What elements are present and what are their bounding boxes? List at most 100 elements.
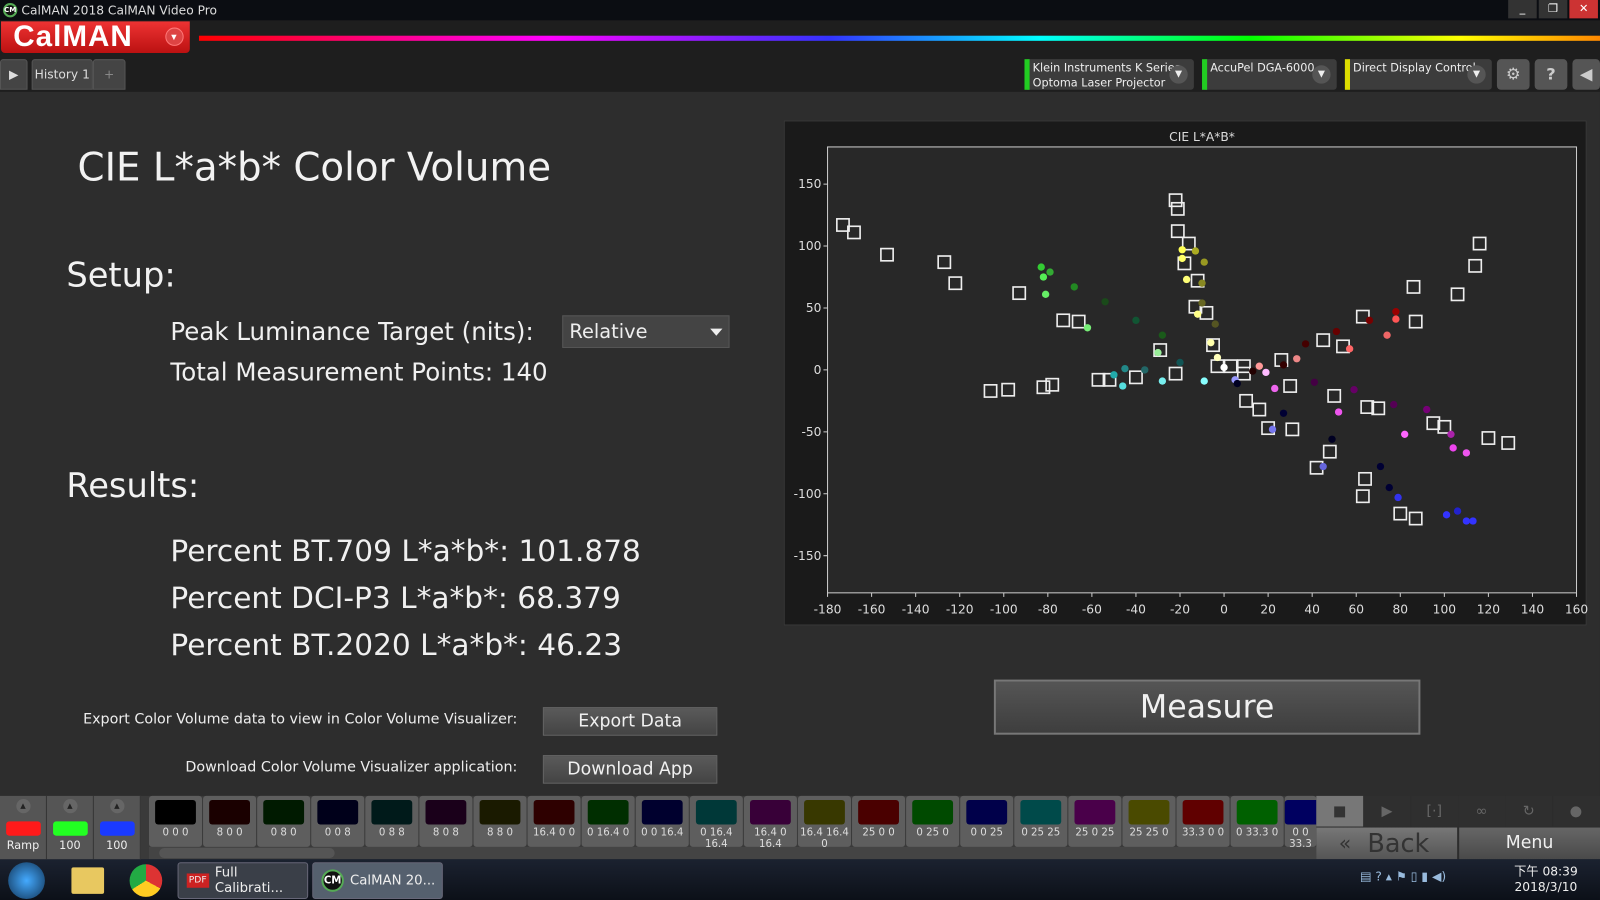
measured-point — [1293, 355, 1301, 363]
color-swatch[interactable]: 16.4 16.4 0 — [797, 795, 852, 850]
refresh-button[interactable]: ↻ — [1505, 795, 1553, 827]
step-button[interactable]: [·] — [1410, 795, 1458, 827]
generator-selector[interactable]: AccuPel DGA-6000 ▼ — [1202, 59, 1337, 90]
add-tab-button[interactable]: + — [92, 59, 126, 90]
taskbar-item-pdf[interactable]: PDF Full Calibrati... — [177, 862, 309, 899]
color-swatch[interactable]: 0 25 0 — [906, 795, 960, 847]
play-button[interactable]: ▶ — [1363, 795, 1411, 827]
ramp-channel[interactable]: ▲ Ramp — [0, 795, 47, 860]
measured-point — [1319, 462, 1327, 471]
tab-history-1[interactable]: History 1 — [31, 59, 93, 90]
system-tray-icons[interactable]: ▤ ? ▴ ⚑ ▯ ▮ ◀) — [1316, 869, 1489, 884]
color-swatch[interactable]: 0 8 8 — [365, 795, 419, 847]
result-dcip3: Percent DCI-P3 L*a*b*: 68.379 — [170, 580, 621, 616]
measured-point — [1083, 324, 1092, 332]
back-button[interactable]: « Back — [1316, 827, 1458, 860]
color-swatch[interactable]: 0 0 33.3 — [1284, 795, 1317, 847]
meter-selector[interactable]: Klein Instruments K Series Optoma Laser P… — [1024, 59, 1194, 90]
color-swatch[interactable]: 0 33.3 0 — [1230, 795, 1284, 847]
start-button[interactable] — [8, 862, 45, 899]
swatch-color — [425, 799, 467, 825]
color-swatch[interactable]: 0 16.4 16.4 — [689, 795, 743, 850]
stop-button[interactable]: ■ — [1316, 795, 1364, 827]
arrow-up-icon[interactable]: ▲ — [15, 798, 31, 814]
file-explorer-icon[interactable] — [71, 867, 105, 894]
taskbar-item-calman[interactable]: CM CalMAN 20... — [312, 862, 443, 899]
plus-icon: + — [104, 67, 115, 82]
color-swatch[interactable]: 16.4 0 16.4 — [743, 795, 797, 850]
x-tick-label: 0 — [1220, 602, 1228, 616]
measured-point — [1193, 310, 1202, 318]
measure-button[interactable]: Measure — [993, 679, 1421, 735]
measured-point — [1037, 263, 1045, 271]
loop-button[interactable]: ∞ — [1458, 795, 1505, 827]
swatch-color — [263, 799, 305, 825]
measured-point — [1345, 345, 1354, 353]
color-swatch[interactable]: 25 0 0 — [852, 795, 906, 847]
minimize-button[interactable]: _ — [1508, 0, 1537, 19]
color-swatch[interactable]: 0 8 0 — [257, 795, 311, 847]
settings-button[interactable]: ⚙ — [1496, 59, 1530, 90]
close-button[interactable]: ✕ — [1569, 0, 1598, 19]
step-icon: [·] — [1426, 803, 1443, 820]
color-swatch[interactable]: 25 25 0 — [1122, 795, 1176, 847]
measured-point — [1220, 363, 1228, 372]
swatch-label: 0 16.4 16.4 — [700, 827, 733, 850]
collapse-button[interactable]: ◀ — [1572, 59, 1600, 90]
arrow-up-icon[interactable]: ▲ — [62, 798, 78, 814]
export-data-button[interactable]: Export Data — [542, 707, 718, 736]
measured-point — [1279, 409, 1288, 417]
color-swatch[interactable]: 16.4 0 0 — [527, 795, 581, 847]
measured-point — [1328, 435, 1336, 443]
expand-panel-button[interactable]: ▶ — [0, 59, 28, 90]
color-swatch[interactable]: 25 0 25 — [1068, 795, 1122, 847]
measured-point — [1198, 299, 1206, 307]
ramp-channel[interactable]: ▲ 100 — [93, 795, 141, 860]
menu-button[interactable]: Menu — [1459, 827, 1600, 860]
color-swatch[interactable]: 33.3 0 0 — [1176, 795, 1230, 847]
help-button[interactable]: ? — [1534, 59, 1568, 90]
swatch-label: 0 8 8 — [378, 827, 405, 839]
swatch-label: 8 0 8 — [432, 827, 459, 839]
color-swatch[interactable]: 0 0 25 — [960, 795, 1014, 847]
color-swatch[interactable]: 0 0 8 — [311, 795, 365, 847]
measured-point — [1310, 378, 1319, 386]
status-indicator — [1202, 59, 1208, 90]
calman-menu-button[interactable]: CalMAN ▼ — [1, 21, 190, 54]
color-swatch[interactable]: 0 0 16.4 — [635, 795, 689, 847]
color-swatch[interactable]: 8 0 0 — [203, 795, 257, 847]
measured-point — [1350, 386, 1358, 394]
swatch-color — [1182, 799, 1224, 825]
record-button[interactable]: ● — [1552, 795, 1600, 827]
scrollbar-thumb[interactable] — [159, 847, 335, 859]
swatch-color — [317, 799, 359, 825]
swatch-label: 0 0 8 — [324, 827, 351, 839]
arrow-up-icon[interactable]: ▲ — [109, 798, 124, 814]
swatch-color — [1128, 799, 1170, 825]
channel-color — [5, 821, 41, 836]
status-indicator — [1344, 59, 1350, 90]
measured-point — [1176, 358, 1184, 367]
color-swatch[interactable]: 0 16.4 0 — [581, 795, 635, 847]
swatch-label: 0 25 0 — [916, 827, 949, 839]
measured-point — [1394, 493, 1402, 502]
title-bar: CM CalMAN 2018 CalMAN Video Pro — [0, 0, 1600, 21]
y-tick-label: -150 — [794, 549, 822, 563]
peak-luminance-select[interactable]: Relative — [562, 315, 730, 348]
color-swatch[interactable]: 8 8 0 — [473, 795, 527, 847]
measured-point — [1070, 283, 1078, 291]
maximize-button[interactable]: ❐ — [1538, 0, 1568, 19]
measured-point — [1332, 327, 1341, 336]
clock[interactable]: 下午 08:39 2018/3/10 — [1502, 864, 1590, 895]
color-swatch[interactable]: 0 25 25 — [1014, 795, 1068, 847]
measured-point — [1392, 315, 1400, 323]
ramp-channel[interactable]: ▲ 100 — [46, 795, 94, 860]
download-app-button[interactable]: Download App — [542, 755, 718, 784]
swatch-label: 0 8 0 — [270, 827, 297, 839]
display-selector[interactable]: Direct Display Control ▼ — [1344, 59, 1492, 90]
gear-icon: ⚙ — [1505, 64, 1521, 84]
measured-point — [1279, 361, 1288, 369]
color-swatch[interactable]: 0 0 0 — [148, 795, 203, 847]
color-swatch[interactable]: 8 0 8 — [419, 795, 473, 847]
chrome-icon[interactable] — [129, 864, 163, 897]
